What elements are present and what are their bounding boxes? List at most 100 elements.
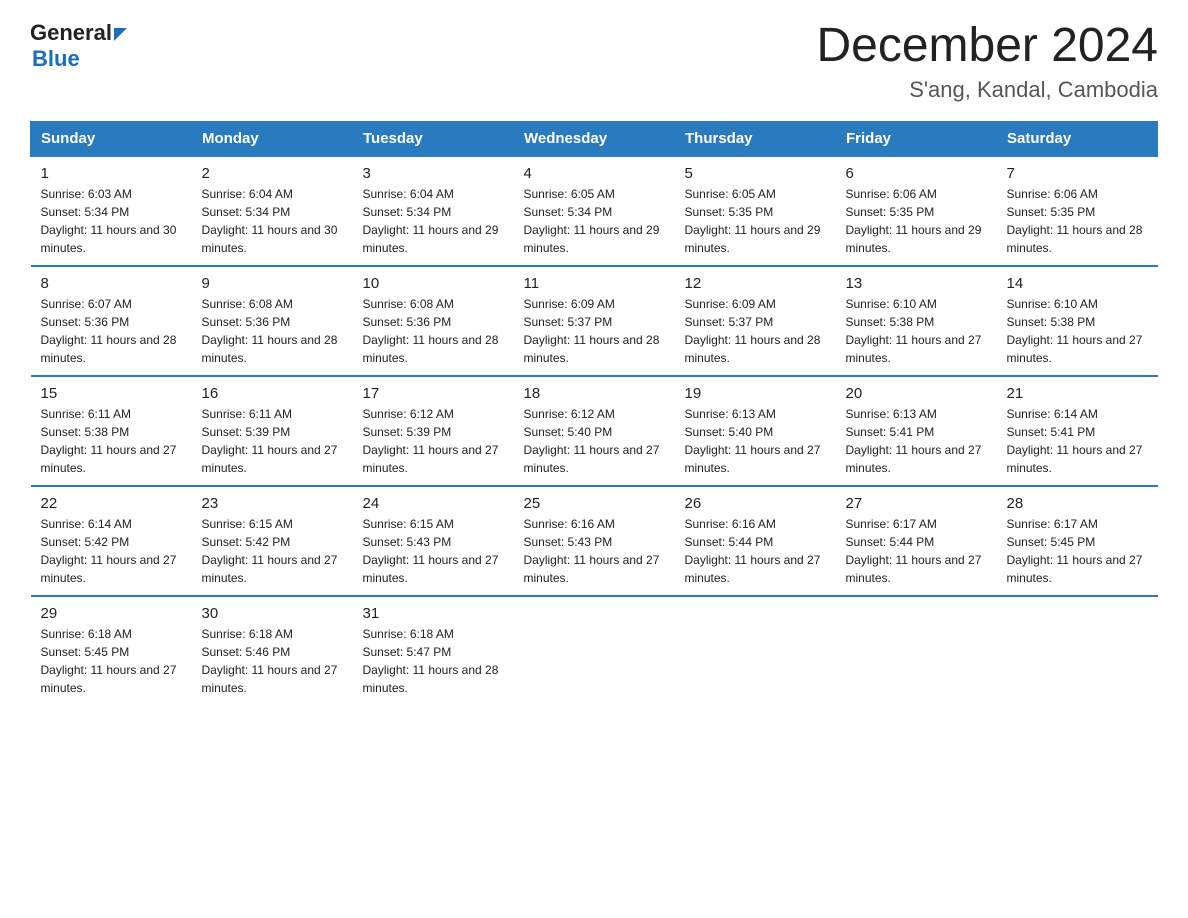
- col-thursday: Thursday: [675, 121, 836, 156]
- calendar-cell: 2 Sunrise: 6:04 AMSunset: 5:34 PMDaylight…: [192, 156, 353, 266]
- logo-triangle-icon: [114, 28, 127, 41]
- calendar-cell: 6Sunrise: 6:06 AMSunset: 5:35 PMDaylight…: [836, 156, 997, 266]
- cell-day-number: 26: [685, 495, 826, 512]
- calendar-cell: 1 Sunrise: 6:03 AMSunset: 5:34 PMDaylight…: [31, 156, 192, 266]
- cell-sun-info: Sunrise: 6:13 AMSunset: 5:40 PMDaylight:…: [685, 405, 826, 477]
- cell-day-number: 16: [202, 385, 343, 402]
- calendar-cell: 3 Sunrise: 6:04 AMSunset: 5:34 PMDaylight…: [353, 156, 514, 266]
- calendar-cell: 24 Sunrise: 6:15 AMSunset: 5:43 PMDayligh…: [353, 486, 514, 596]
- week-row-5: 29 Sunrise: 6:18 AMSunset: 5:45 PMDayligh…: [31, 596, 1158, 706]
- calendar-cell: 31 Sunrise: 6:18 AMSunset: 5:47 PMDayligh…: [353, 596, 514, 706]
- cell-sun-info: Sunrise: 6:04 AMSunset: 5:34 PMDaylight:…: [363, 185, 504, 257]
- header: General Blue December 2024 S'ang, Kandal…: [30, 20, 1158, 103]
- cell-day-number: 1: [41, 165, 182, 182]
- cell-sun-info: Sunrise: 6:09 AMSunset: 5:37 PMDaylight:…: [685, 295, 826, 367]
- calendar-cell: 30 Sunrise: 6:18 AMSunset: 5:46 PMDayligh…: [192, 596, 353, 706]
- calendar-cell: 27Sunrise: 6:17 AMSunset: 5:44 PMDayligh…: [836, 486, 997, 596]
- cell-sun-info: Sunrise: 6:07 AMSunset: 5:36 PMDaylight:…: [41, 295, 182, 367]
- cell-sun-info: Sunrise: 6:15 AMSunset: 5:43 PMDaylight:…: [363, 515, 504, 587]
- calendar-cell: [997, 596, 1158, 706]
- cell-day-number: 8: [41, 275, 182, 292]
- cell-sun-info: Sunrise: 6:04 AMSunset: 5:34 PMDaylight:…: [202, 185, 343, 257]
- cell-sun-info: Sunrise: 6:06 AMSunset: 5:35 PMDaylight:…: [846, 185, 987, 257]
- cell-day-number: 25: [524, 495, 665, 512]
- cell-day-number: 13: [846, 275, 987, 292]
- cell-day-number: 9: [202, 275, 343, 292]
- calendar-cell: 8 Sunrise: 6:07 AMSunset: 5:36 PMDaylight…: [31, 266, 192, 376]
- cell-day-number: 19: [685, 385, 826, 402]
- calendar-cell: 12 Sunrise: 6:09 AMSunset: 5:37 PMDayligh…: [675, 266, 836, 376]
- cell-sun-info: Sunrise: 6:06 AMSunset: 5:35 PMDaylight:…: [1007, 185, 1148, 257]
- cell-day-number: 18: [524, 385, 665, 402]
- calendar-cell: 11 Sunrise: 6:09 AMSunset: 5:37 PMDayligh…: [514, 266, 675, 376]
- cell-day-number: 20: [846, 385, 987, 402]
- calendar-cell: 19 Sunrise: 6:13 AMSunset: 5:40 PMDayligh…: [675, 376, 836, 486]
- cell-day-number: 4: [524, 165, 665, 182]
- cell-sun-info: Sunrise: 6:17 AMSunset: 5:44 PMDaylight:…: [846, 515, 987, 587]
- week-row-1: 1 Sunrise: 6:03 AMSunset: 5:34 PMDaylight…: [31, 156, 1158, 266]
- col-tuesday: Tuesday: [353, 121, 514, 156]
- calendar-cell: 10Sunrise: 6:08 AMSunset: 5:36 PMDayligh…: [353, 266, 514, 376]
- cell-day-number: 17: [363, 385, 504, 402]
- cell-day-number: 14: [1007, 275, 1148, 292]
- cell-sun-info: Sunrise: 6:18 AMSunset: 5:45 PMDaylight:…: [41, 625, 182, 697]
- calendar-cell: 25 Sunrise: 6:16 AMSunset: 5:43 PMDayligh…: [514, 486, 675, 596]
- cell-day-number: 2: [202, 165, 343, 182]
- cell-sun-info: Sunrise: 6:05 AMSunset: 5:35 PMDaylight:…: [685, 185, 826, 257]
- calendar-cell: 23 Sunrise: 6:15 AMSunset: 5:42 PMDayligh…: [192, 486, 353, 596]
- calendar-cell: 14 Sunrise: 6:10 AMSunset: 5:38 PMDayligh…: [997, 266, 1158, 376]
- cell-sun-info: Sunrise: 6:10 AMSunset: 5:38 PMDaylight:…: [846, 295, 987, 367]
- col-sunday: Sunday: [31, 121, 192, 156]
- cell-sun-info: Sunrise: 6:05 AMSunset: 5:34 PMDaylight:…: [524, 185, 665, 257]
- cell-sun-info: Sunrise: 6:03 AMSunset: 5:34 PMDaylight:…: [41, 185, 182, 257]
- col-saturday: Saturday: [997, 121, 1158, 156]
- calendar-cell: 20 Sunrise: 6:13 AMSunset: 5:41 PMDayligh…: [836, 376, 997, 486]
- cell-sun-info: Sunrise: 6:15 AMSunset: 5:42 PMDaylight:…: [202, 515, 343, 587]
- col-friday: Friday: [836, 121, 997, 156]
- cell-sun-info: Sunrise: 6:12 AMSunset: 5:40 PMDaylight:…: [524, 405, 665, 477]
- cell-sun-info: Sunrise: 6:10 AMSunset: 5:38 PMDaylight:…: [1007, 295, 1148, 367]
- calendar-cell: 18 Sunrise: 6:12 AMSunset: 5:40 PMDayligh…: [514, 376, 675, 486]
- cell-sun-info: Sunrise: 6:16 AMSunset: 5:43 PMDaylight:…: [524, 515, 665, 587]
- calendar-title: December 2024: [816, 20, 1158, 73]
- cell-day-number: 12: [685, 275, 826, 292]
- week-row-4: 22Sunrise: 6:14 AMSunset: 5:42 PMDayligh…: [31, 486, 1158, 596]
- calendar-cell: 15 Sunrise: 6:11 AMSunset: 5:38 PMDayligh…: [31, 376, 192, 486]
- cell-day-number: 24: [363, 495, 504, 512]
- calendar-cell: 22Sunrise: 6:14 AMSunset: 5:42 PMDayligh…: [31, 486, 192, 596]
- calendar-cell: [675, 596, 836, 706]
- logo-blue-text: Blue: [32, 46, 80, 71]
- cell-day-number: 29: [41, 605, 182, 622]
- cell-sun-info: Sunrise: 6:11 AMSunset: 5:39 PMDaylight:…: [202, 405, 343, 477]
- logo: General Blue: [30, 20, 127, 72]
- cell-day-number: 23: [202, 495, 343, 512]
- calendar-cell: [836, 596, 997, 706]
- cell-sun-info: Sunrise: 6:18 AMSunset: 5:46 PMDaylight:…: [202, 625, 343, 697]
- cell-sun-info: Sunrise: 6:11 AMSunset: 5:38 PMDaylight:…: [41, 405, 182, 477]
- cell-day-number: 15: [41, 385, 182, 402]
- cell-day-number: 10: [363, 275, 504, 292]
- cell-day-number: 11: [524, 275, 665, 292]
- cell-sun-info: Sunrise: 6:18 AMSunset: 5:47 PMDaylight:…: [363, 625, 504, 697]
- cell-sun-info: Sunrise: 6:08 AMSunset: 5:36 PMDaylight:…: [202, 295, 343, 367]
- cell-day-number: 7: [1007, 165, 1148, 182]
- week-row-3: 15 Sunrise: 6:11 AMSunset: 5:38 PMDayligh…: [31, 376, 1158, 486]
- week-row-2: 8 Sunrise: 6:07 AMSunset: 5:36 PMDaylight…: [31, 266, 1158, 376]
- cell-day-number: 30: [202, 605, 343, 622]
- calendar-cell: 16 Sunrise: 6:11 AMSunset: 5:39 PMDayligh…: [192, 376, 353, 486]
- col-wednesday: Wednesday: [514, 121, 675, 156]
- cell-day-number: 31: [363, 605, 504, 622]
- cell-day-number: 3: [363, 165, 504, 182]
- cell-sun-info: Sunrise: 6:09 AMSunset: 5:37 PMDaylight:…: [524, 295, 665, 367]
- cell-sun-info: Sunrise: 6:12 AMSunset: 5:39 PMDaylight:…: [363, 405, 504, 477]
- calendar-table: Sunday Monday Tuesday Wednesday Thursday…: [30, 121, 1158, 706]
- calendar-cell: 4 Sunrise: 6:05 AMSunset: 5:34 PMDaylight…: [514, 156, 675, 266]
- logo-general-text: General: [30, 20, 112, 46]
- calendar-cell: [514, 596, 675, 706]
- calendar-cell: 13 Sunrise: 6:10 AMSunset: 5:38 PMDayligh…: [836, 266, 997, 376]
- calendar-cell: 21Sunrise: 6:14 AMSunset: 5:41 PMDayligh…: [997, 376, 1158, 486]
- col-monday: Monday: [192, 121, 353, 156]
- cell-sun-info: Sunrise: 6:13 AMSunset: 5:41 PMDaylight:…: [846, 405, 987, 477]
- calendar-cell: 26 Sunrise: 6:16 AMSunset: 5:44 PMDayligh…: [675, 486, 836, 596]
- cell-sun-info: Sunrise: 6:16 AMSunset: 5:44 PMDaylight:…: [685, 515, 826, 587]
